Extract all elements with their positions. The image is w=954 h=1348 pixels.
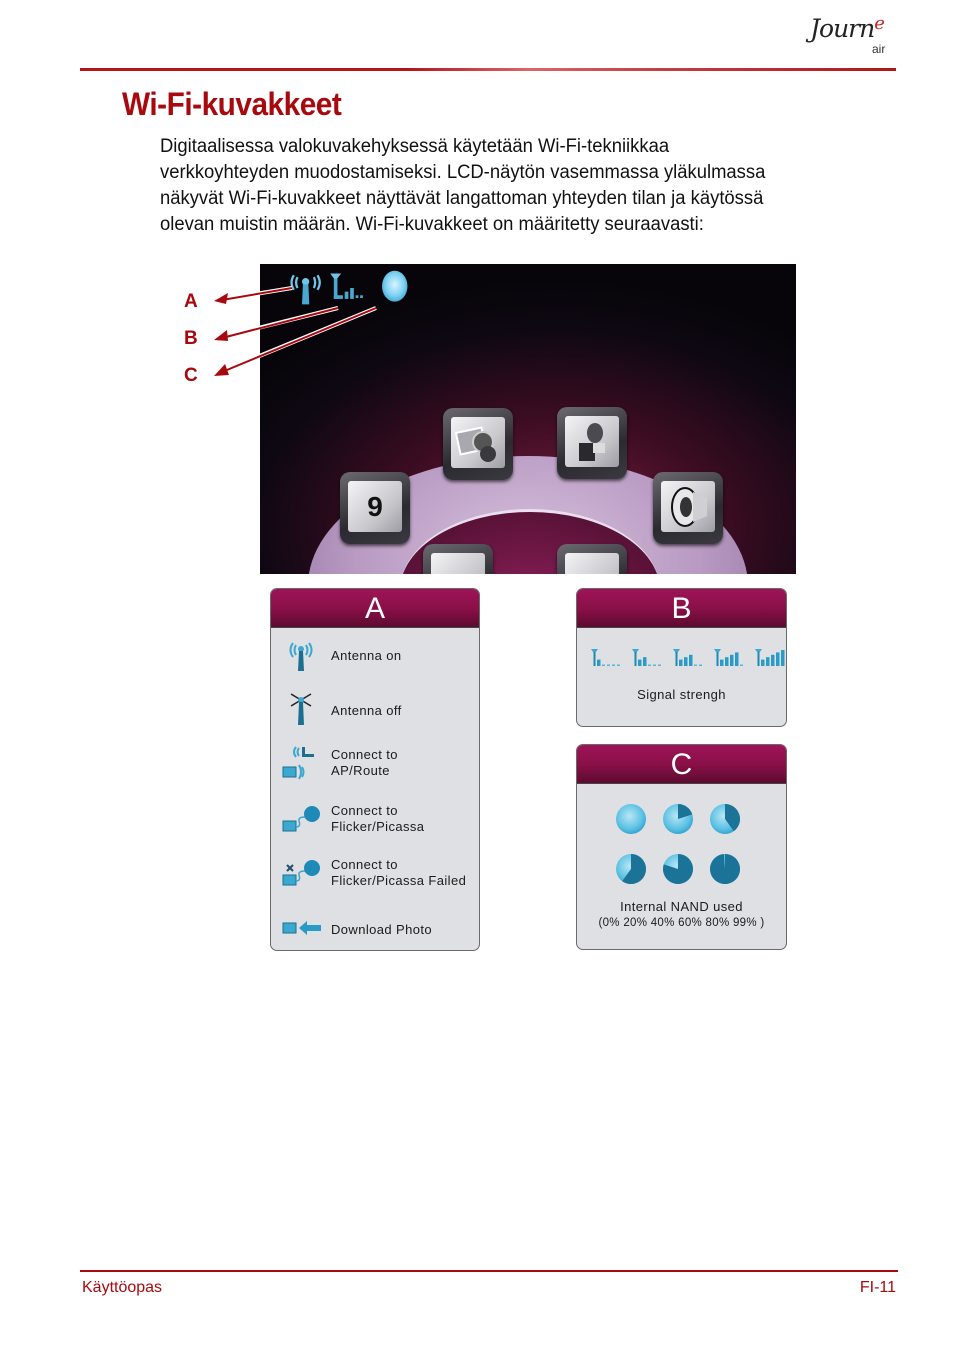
nand-caption: Internal NAND used	[620, 899, 743, 914]
arrow-head-c	[214, 364, 229, 376]
nand-usage-60-icon	[616, 854, 646, 884]
nand-usage-40-icon	[710, 804, 741, 834]
arrow-head-a	[214, 293, 228, 304]
menu-tile-partial[interactable]	[423, 544, 493, 574]
signal-bar-filled	[771, 654, 775, 666]
signal-level-1-icon	[591, 649, 620, 666]
legend-label-line: Flicker/Picassa	[331, 819, 425, 834]
logo-accent: e	[874, 13, 885, 34]
menu-tile-partial[interactable]	[557, 544, 627, 574]
menu-tile-speaker[interactable]	[653, 472, 723, 544]
signal-bar-filled	[643, 657, 647, 666]
menu-tile-calendar[interactable]: 9	[340, 472, 410, 544]
signal-bar-filled	[766, 657, 770, 666]
nand-pie-base	[616, 804, 646, 834]
signal-level-5-icon	[755, 649, 785, 666]
footer-rule	[80, 1270, 898, 1272]
journe-air-logo: Journe air	[808, 12, 898, 64]
signal-bar-filled	[720, 659, 724, 666]
legend-label-line: Connect to	[331, 803, 398, 818]
paragraph-line: olevan muistin määrän. Wi-Fi-kuvakkeet o…	[160, 214, 704, 235]
signal-bar-filled	[689, 654, 693, 666]
signal-level-2-icon	[632, 649, 661, 666]
footer-page-number: FI-11	[859, 1279, 896, 1296]
speaker-icon	[671, 486, 707, 527]
nand-sub-caption: (0% 20% 40% 60% 80% 99% )	[598, 917, 765, 929]
paragraph-line: näkyvät Wi-Fi-kuvakkeet näyttävät langat…	[160, 188, 764, 209]
intro-paragraph: Digitaalisessa valokuvakehyksessä käytet…	[160, 134, 900, 238]
legend-label-line: Flicker/Picassa Failed	[331, 873, 467, 888]
panel-c-header: C	[577, 745, 786, 784]
calendar-icon: 9	[367, 490, 383, 522]
connect-failed-icon	[282, 860, 320, 886]
signal-bar-empty	[740, 664, 743, 666]
signal-caption: Signal strengh	[637, 687, 726, 702]
signal-bar-empty	[648, 664, 651, 666]
legend-item-download-photo: Download Photo	[271, 911, 479, 950]
legend-item-connect-ap: Connect to AP/Route	[271, 745, 479, 785]
panel-b-header: B	[577, 589, 786, 628]
signal-bar-empty	[694, 664, 697, 666]
signal-bar-filled	[638, 659, 642, 666]
signal-bar-filled	[776, 652, 780, 666]
menu-tile-video[interactable]	[557, 407, 627, 479]
download-photo-icon	[282, 921, 321, 935]
signal-strength-icons	[591, 647, 786, 667]
header-rule	[80, 68, 896, 71]
signal-bar-filled	[761, 659, 765, 666]
paragraph-line: verkkoyhteyden muodostamiseksi. LCD-näyt…	[160, 162, 766, 183]
connect-flicker-icon	[282, 806, 320, 832]
legend-label-line: Connect to	[331, 747, 398, 762]
nand-pie-used-slice	[710, 854, 741, 884]
legend-item-connect-flicker: Connect to Flicker/Picassa	[271, 801, 479, 841]
nand-usage-0-icon	[616, 804, 646, 834]
section-title: Wi-Fi-kuvakkeet	[122, 86, 342, 122]
panel-a-header: A	[271, 589, 479, 628]
signal-bar-filled	[679, 659, 683, 666]
legend-item-antenna-on: Antenna on	[271, 639, 479, 679]
signal-bar-filled	[735, 652, 739, 666]
signal-bar-empty	[617, 664, 620, 666]
photo-music-icon	[455, 425, 496, 462]
legend-label-line: AP/Route	[331, 763, 390, 778]
nand-usage-20-icon	[663, 804, 693, 834]
legend-label: Antenna off	[331, 703, 402, 718]
signal-bar-filled	[781, 650, 785, 666]
nand-usage-80-icon	[662, 854, 693, 884]
signal-bar-filled	[597, 659, 601, 666]
legend-panel-a: A Antenna on Antenna off Connect to AP/R…	[270, 588, 480, 951]
signal-bar-empty	[607, 664, 610, 666]
antenna-on-icon	[289, 642, 313, 671]
video-camera-icon	[579, 422, 605, 461]
legend-item-antenna-off: Antenna off	[271, 691, 479, 731]
menu-tile-photo-music[interactable]	[443, 408, 513, 480]
legend-panel-c: C Internal NAND used (0% 20% 40% 60% 80%…	[576, 744, 787, 950]
callout-arrows	[214, 286, 377, 376]
legend-item-connect-failed: Connect to Flicker/Picassa Failed	[271, 855, 479, 895]
paragraph-line: Digitaalisessa valokuvakehyksessä käytet…	[160, 136, 670, 157]
signal-bar-empty	[653, 664, 656, 666]
arrow-head-b	[214, 330, 228, 341]
connect-ap-icon	[282, 746, 314, 780]
signal-level-3-icon	[673, 649, 702, 666]
signal-bar-empty	[699, 664, 702, 666]
legend-panel-b: B Signal strengh	[576, 588, 787, 727]
signal-bar-empty	[602, 664, 605, 666]
signal-bar-filled	[725, 657, 729, 666]
signal-bar-empty	[658, 664, 661, 666]
footer-manual-name: Käyttöopas	[82, 1279, 163, 1296]
signal-bar-filled	[684, 657, 688, 666]
logo-sub: air	[872, 42, 886, 56]
legend-label: Antenna on	[331, 648, 402, 663]
signal-level-4-icon	[714, 649, 743, 666]
legend-label-line: Connect to	[331, 857, 398, 872]
logo-script: Journ	[810, 14, 875, 43]
signal-bar-filled	[730, 654, 734, 666]
signal-bar-empty	[612, 664, 615, 666]
legend-label: Download Photo	[331, 922, 432, 937]
nand-usage-99-icon	[710, 854, 741, 884]
antenna-off-icon	[290, 693, 312, 725]
